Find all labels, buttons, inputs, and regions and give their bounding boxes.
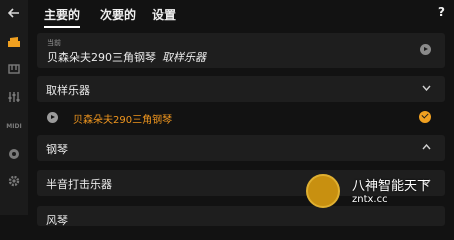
watermark: 八神智能天下 zntx.cc <box>302 172 452 212</box>
chevron-down-icon[interactable] <box>422 85 431 91</box>
watermark-logo-icon <box>306 174 340 208</box>
current-instrument-name: 贝森朵夫290三角钢琴 取样乐器 <box>47 49 206 65</box>
current-name: 贝森朵夫290三角钢琴 <box>47 51 156 64</box>
category-title: 风琴 <box>46 214 68 227</box>
settings-gear-icon[interactable] <box>0 170 28 192</box>
instrument-item[interactable]: 贝森朵夫290三角钢琴 <box>37 106 445 130</box>
category-sampled-instruments[interactable]: 取样乐器 <box>37 76 445 102</box>
tab-settings[interactable]: 设置 <box>152 6 176 23</box>
category-piano[interactable]: 钢琴 <box>37 135 445 161</box>
category-title: 取样乐器 <box>46 84 90 97</box>
selected-check-icon <box>419 111 431 123</box>
play-current-icon[interactable] <box>420 44 431 55</box>
tab-secondary[interactable]: 次要的 <box>100 6 136 23</box>
current-type: 取样乐器 <box>162 51 206 64</box>
instrument-icon[interactable] <box>0 31 28 53</box>
current-label: 当前 <box>47 39 61 47</box>
instrument-item-name: 贝森朵夫290三角钢琴 <box>73 115 173 126</box>
tab-main[interactable]: 主要的 <box>44 6 81 28</box>
category-title: 半音打击乐器 <box>46 178 112 191</box>
play-preview-icon[interactable] <box>47 112 58 123</box>
midi-label: MIDI <box>6 122 22 130</box>
watermark-url: zntx.cc <box>352 194 388 205</box>
watermark-title: 八神智能天下 <box>352 179 431 194</box>
midi-icon[interactable]: MIDI <box>0 115 28 137</box>
help-button[interactable]: ? <box>438 5 445 19</box>
back-arrow-icon[interactable] <box>0 2 28 24</box>
chevron-up-icon[interactable] <box>422 144 431 150</box>
record-icon[interactable] <box>0 143 28 165</box>
top-tab-bar: 主要的 次要的 设置 ? <box>28 0 454 30</box>
category-title: 钢琴 <box>46 143 68 156</box>
keyboard-icon[interactable] <box>0 58 28 80</box>
mixer-icon[interactable] <box>0 86 28 108</box>
left-sidebar: MIDI <box>0 0 28 215</box>
current-instrument-card: 当前 贝森朵夫290三角钢琴 取样乐器 <box>37 33 445 68</box>
